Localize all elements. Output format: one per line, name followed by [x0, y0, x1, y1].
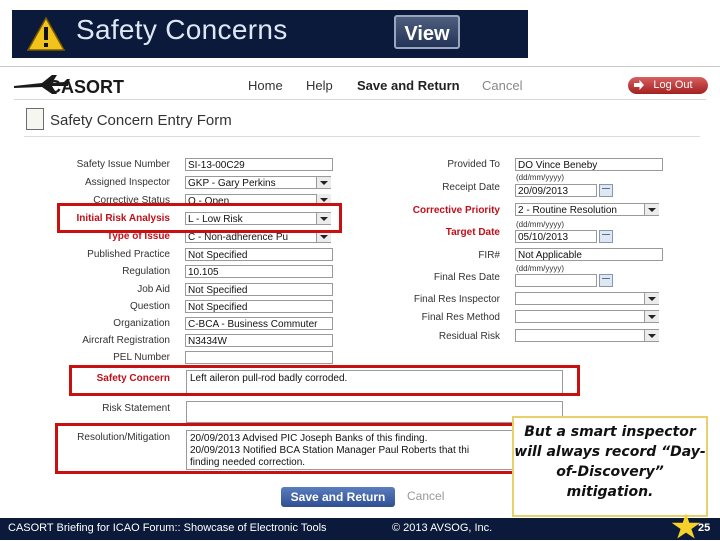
- logout-label: Log Out: [653, 79, 693, 91]
- receipt-date-field[interactable]: 20/09/2013: [515, 184, 597, 197]
- label-provided-to: Provided To: [447, 159, 500, 170]
- nav-divider: [14, 99, 706, 100]
- callout-note: But a smart inspector will always record…: [512, 416, 708, 517]
- label-question: Question: [129, 301, 170, 312]
- label-regulation: Regulation: [122, 266, 170, 277]
- label-pel-number: PEL Number: [113, 352, 170, 363]
- form-title: Safety Concern Entry Form: [50, 112, 232, 129]
- label-published-practice: Published Practice: [87, 249, 170, 260]
- published-practice-field[interactable]: Not Specified: [185, 248, 333, 261]
- chevron-down-icon[interactable]: [644, 330, 659, 341]
- label-safety-issue-number: Safety Issue Number: [76, 159, 170, 170]
- target-date-format-hint: (dd/mm/yyyy): [516, 220, 564, 229]
- regulation-field[interactable]: 10.105: [185, 265, 333, 278]
- app-logo-text: CASORT: [48, 77, 124, 97]
- nav-home-link[interactable]: Home: [248, 78, 283, 93]
- chevron-down-icon[interactable]: [644, 204, 659, 215]
- final-res-inspector-select[interactable]: [515, 292, 659, 305]
- form-divider: [24, 136, 700, 137]
- nav-save-return-link[interactable]: Save and Return: [357, 78, 460, 93]
- label-aircraft-registration: Aircraft Registration: [82, 335, 170, 346]
- nav-cancel-link[interactable]: Cancel: [482, 78, 522, 93]
- label-organization: Organization: [113, 318, 170, 329]
- chevron-down-icon[interactable]: [644, 311, 659, 322]
- label-final-res-date: Final Res Date: [433, 272, 500, 283]
- safety-issue-number-field[interactable]: SI-13-00C29: [185, 158, 333, 171]
- label-job-aid: Job Aid: [137, 284, 170, 295]
- view-button[interactable]: View: [394, 15, 460, 49]
- assigned-inspector-value: GKP - Gary Perkins: [188, 178, 276, 189]
- label-final-res-method: Final Res Method: [421, 312, 500, 323]
- nav-help-link[interactable]: Help: [306, 78, 333, 93]
- calendar-icon[interactable]: [599, 230, 613, 243]
- label-residual-risk: Residual Risk: [438, 331, 500, 342]
- final-res-date-field[interactable]: [515, 274, 597, 287]
- fir-field[interactable]: Not Applicable: [515, 248, 663, 261]
- footer-text: CASORT Briefing for ICAO Forum:: Showcas…: [8, 522, 327, 534]
- aircraft-registration-field[interactable]: N3434W: [185, 334, 333, 347]
- residual-risk-select[interactable]: [515, 329, 659, 342]
- corrective-priority-select[interactable]: 2 - Routine Resolution: [515, 203, 659, 216]
- organization-field[interactable]: C-BCA - Business Commuter: [185, 317, 333, 330]
- corrective-priority-value: 2 - Routine Resolution: [518, 205, 617, 216]
- label-assigned-inspector: Assigned Inspector: [84, 177, 170, 188]
- receipt-date-format-hint: (dd/mm/yyyy): [516, 173, 564, 182]
- warning-icon: [26, 16, 66, 51]
- chevron-down-icon[interactable]: [316, 194, 331, 203]
- target-date-field[interactable]: 05/10/2013: [515, 230, 597, 243]
- label-corrective-priority: Corrective Priority: [412, 205, 500, 216]
- page-number: 25: [698, 522, 711, 534]
- label-fir: FIR#: [478, 250, 500, 261]
- label-target-date: Target Date: [445, 227, 500, 238]
- question-field[interactable]: Not Specified: [185, 300, 333, 313]
- form-document-icon: [26, 108, 44, 130]
- risk-statement-textarea[interactable]: [186, 401, 563, 423]
- cancel-button[interactable]: Cancel: [407, 489, 444, 503]
- pel-number-field[interactable]: [185, 351, 333, 364]
- final-res-method-select[interactable]: [515, 310, 659, 323]
- chevron-down-icon[interactable]: [316, 177, 331, 188]
- label-risk-statement: Risk Statement: [102, 403, 170, 414]
- initial-risk-highlight: [57, 203, 342, 233]
- provided-to-field[interactable]: DO Vince Beneby: [515, 158, 663, 171]
- slide-title: Safety Concerns: [76, 14, 288, 45]
- footer-copyright: © 2013 AVSOG, Inc.: [392, 522, 493, 534]
- chevron-down-icon[interactable]: [644, 293, 659, 304]
- calendar-icon[interactable]: [599, 184, 613, 197]
- final-res-date-format-hint: (dd/mm/yyyy): [516, 264, 564, 273]
- label-final-res-inspector: Final Res Inspector: [413, 294, 500, 305]
- label-receipt-date: Receipt Date: [442, 182, 500, 193]
- job-aid-field[interactable]: Not Specified: [185, 283, 333, 296]
- type-of-issue-value: C - Non-adherence Pu: [188, 232, 289, 243]
- calendar-icon[interactable]: [599, 274, 613, 287]
- save-and-return-button[interactable]: Save and Return: [281, 487, 395, 507]
- resolution-highlight: [55, 423, 517, 474]
- assigned-inspector-select[interactable]: GKP - Gary Perkins: [185, 176, 331, 189]
- safety-concern-highlight: [69, 365, 580, 396]
